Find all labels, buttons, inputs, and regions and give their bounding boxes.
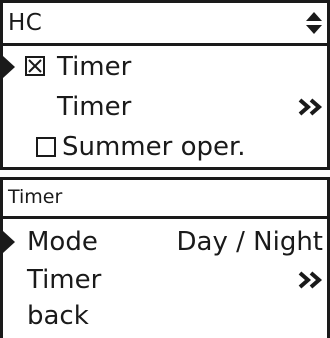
menu-item-summer-operation[interactable]: Summer oper. [3, 127, 327, 167]
menu-item-back[interactable]: back [3, 296, 327, 336]
menu-item-timer-enable[interactable]: Timer [3, 47, 327, 87]
checkbox-checked-icon[interactable] [25, 56, 45, 76]
double-chevron-right-icon [298, 98, 323, 116]
timer-menu-screen: Timer Mode Day / Night Timer back [0, 177, 330, 338]
menu-item-timer-submenu[interactable]: Timer [3, 260, 327, 300]
menu-item-label: back [27, 301, 89, 331]
hc-menu-header: HC [3, 3, 327, 46]
menu-item-timer-submenu[interactable]: Timer [3, 87, 327, 127]
hc-menu-screen: HC Timer Timer Summer oper. [0, 0, 330, 170]
timer-menu-header: Timer [3, 180, 327, 219]
selection-cursor-icon [3, 231, 15, 253]
menu-item-label: Mode [27, 227, 98, 257]
menu-item-label: Timer [57, 52, 132, 82]
timer-menu-title: Timer [8, 186, 63, 208]
menu-item-label: Summer oper. [62, 132, 246, 162]
checkbox-unchecked-icon[interactable] [36, 137, 56, 157]
menu-item-mode[interactable]: Mode Day / Night [3, 222, 327, 262]
up-down-arrows-icon[interactable] [305, 11, 323, 35]
selection-cursor-icon [3, 56, 15, 78]
mode-value: Day / Night [176, 227, 323, 257]
hc-menu-title: HC [8, 10, 43, 36]
menu-item-label: Timer [27, 265, 102, 295]
double-chevron-right-icon [298, 271, 323, 289]
menu-item-label: Timer [57, 92, 132, 122]
